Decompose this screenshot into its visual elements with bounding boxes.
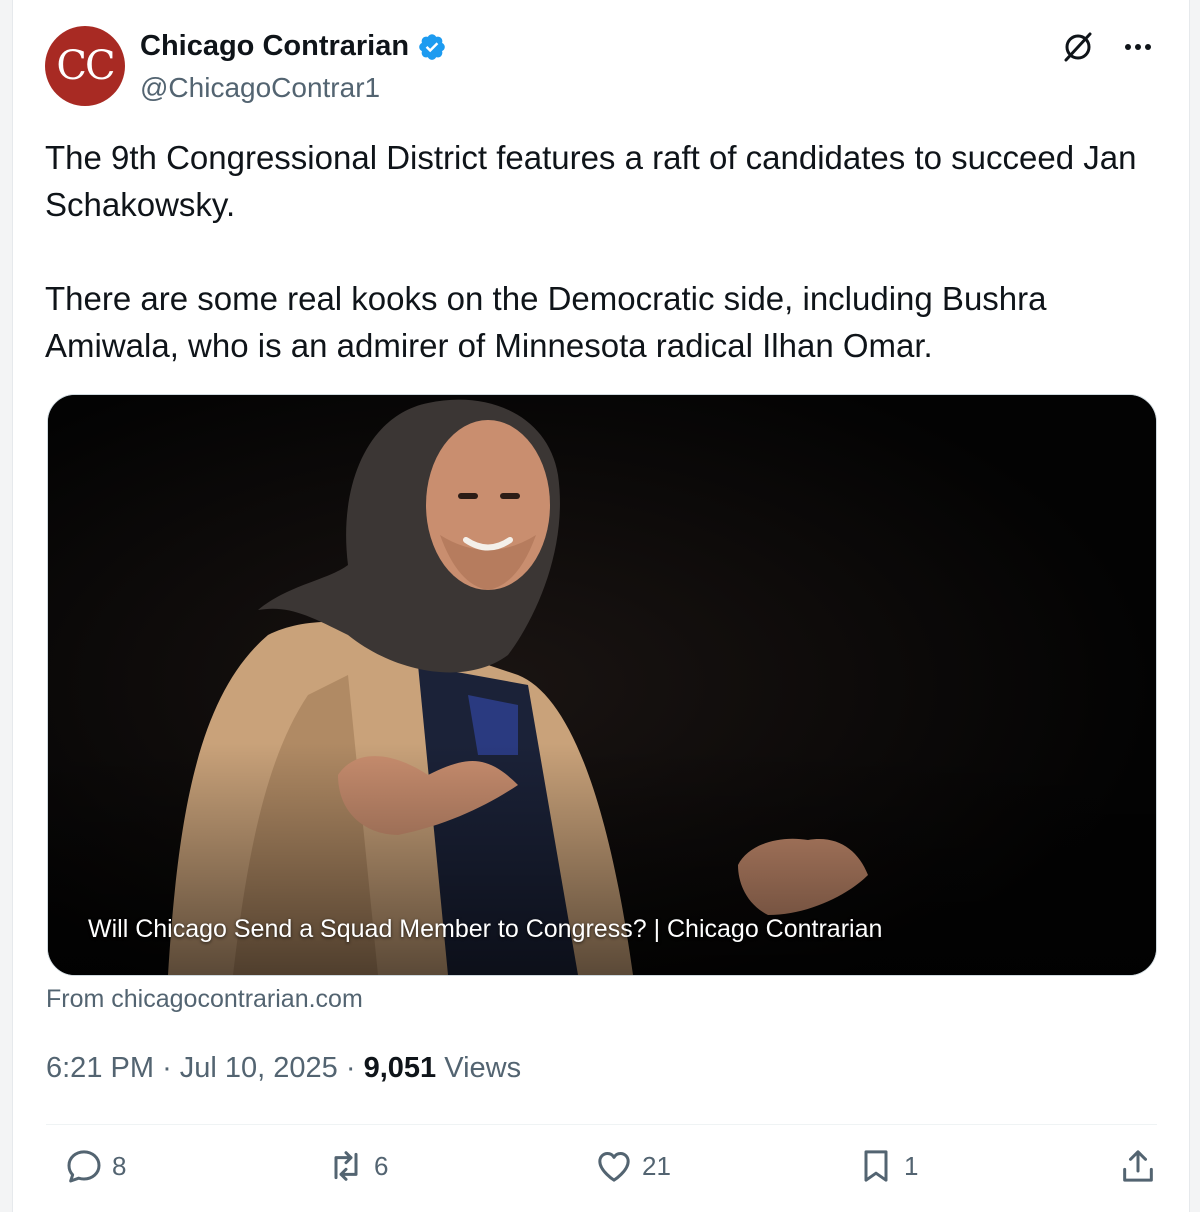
- like-button[interactable]: 21: [594, 1146, 671, 1186]
- divider: [46, 1124, 1157, 1125]
- tweet-card: CC Chicago Contrarian @ChicagoContrar1 T…: [12, 0, 1190, 1212]
- views-count: 9,051: [363, 1052, 437, 1084]
- meta-separator: ·: [345, 1052, 356, 1084]
- reply-button[interactable]: 8: [64, 1146, 126, 1186]
- link-source[interactable]: From chicagocontrarian.com: [46, 985, 363, 1014]
- tweet-date[interactable]: Jul 10, 2025: [180, 1052, 338, 1084]
- action-bar: 8 6 21 1: [46, 1146, 1156, 1196]
- author-name-row: Chicago Contrarian: [140, 30, 447, 63]
- tweet-paragraph-2: There are some real kooks on the Democra…: [45, 280, 1047, 364]
- reply-count: 8: [112, 1150, 127, 1181]
- like-icon: [598, 1152, 630, 1182]
- views-label: Views: [444, 1052, 522, 1084]
- verified-badge-icon[interactable]: [417, 32, 447, 62]
- avatar-initials: CC: [56, 43, 115, 89]
- bookmark-button[interactable]: 1: [856, 1146, 918, 1186]
- avatar[interactable]: CC: [45, 26, 125, 106]
- meta-separator: ·: [162, 1052, 172, 1084]
- grok-icon[interactable]: [1059, 28, 1097, 66]
- more-icon[interactable]: [1119, 28, 1157, 66]
- tweet-text: The 9th Congressional District features …: [45, 134, 1155, 369]
- author-handle[interactable]: @ChicagoContrar1: [140, 72, 380, 104]
- tweet-meta: 6:21 PM · Jul 10, 2025 · 9,051 Views: [46, 1052, 521, 1085]
- like-count: 21: [642, 1150, 671, 1181]
- top-actions: [1059, 28, 1157, 66]
- link-card-media[interactable]: Will Chicago Send a Squad Member to Cong…: [47, 394, 1157, 976]
- repost-button[interactable]: 6: [326, 1146, 388, 1186]
- share-icon: [1123, 1150, 1153, 1182]
- article-photo: [48, 395, 1156, 975]
- tweet-paragraph-1: The 9th Congressional District features …: [45, 139, 1137, 223]
- link-card-title[interactable]: Will Chicago Send a Squad Member to Cong…: [88, 915, 882, 944]
- repost-icon: [334, 1151, 358, 1181]
- tweet-time[interactable]: 6:21 PM: [46, 1052, 154, 1084]
- reply-icon: [67, 1150, 101, 1183]
- bookmark-count: 1: [904, 1150, 919, 1181]
- author-name[interactable]: Chicago Contrarian: [140, 30, 409, 63]
- repost-count: 6: [374, 1150, 389, 1181]
- bookmark-icon: [864, 1150, 888, 1182]
- share-button[interactable]: [1118, 1146, 1158, 1186]
